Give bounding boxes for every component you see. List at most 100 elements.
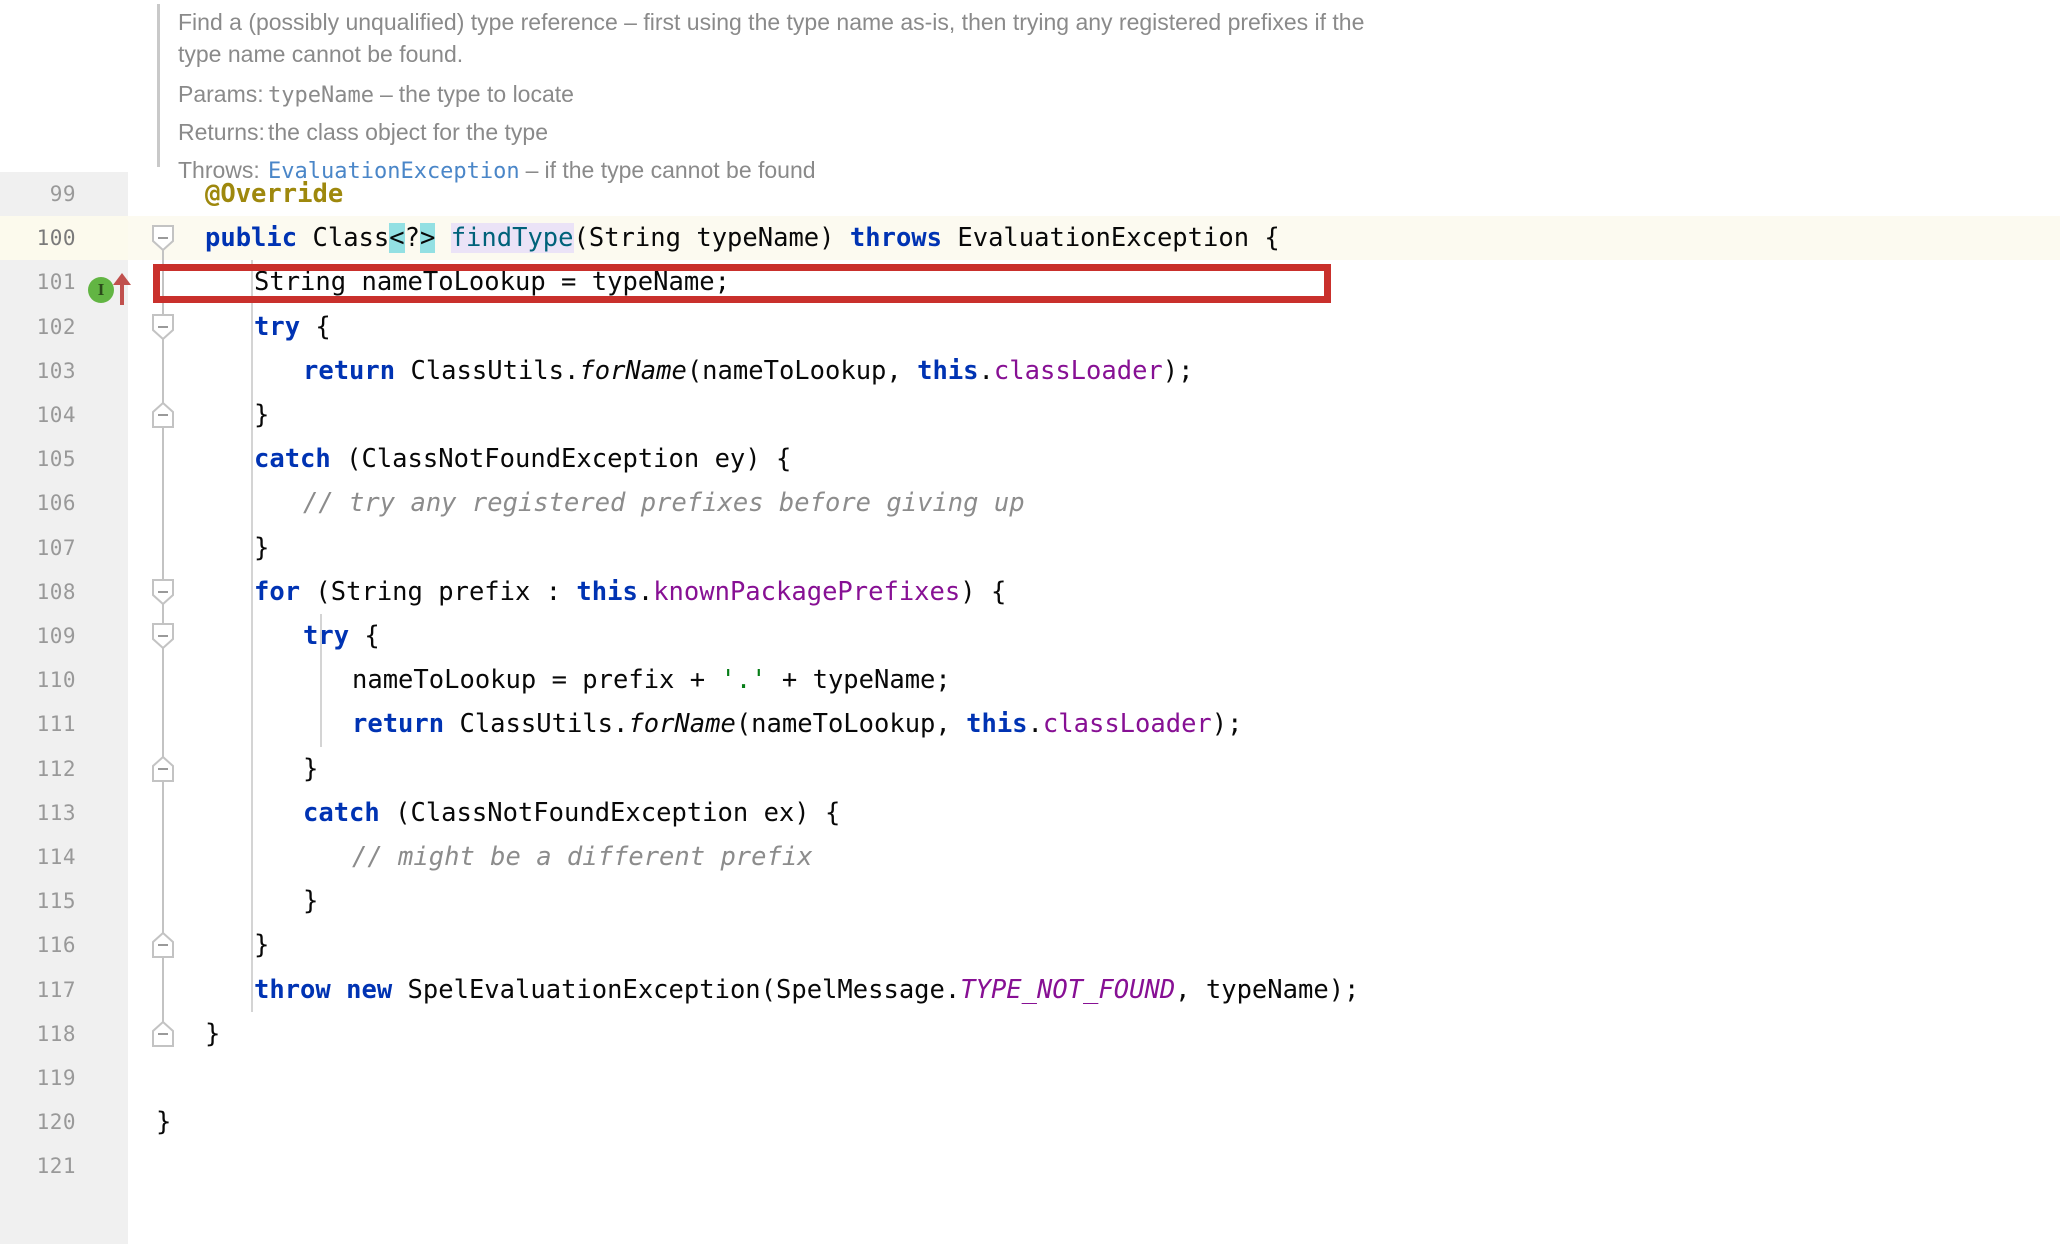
code-line-row[interactable]: 111 return ClassUtils.forName(nameToLooku…: [0, 702, 2060, 746]
code-line-text[interactable]: return ClassUtils.forName(nameToLookup, …: [352, 702, 1243, 746]
fold-marker-118[interactable]: [152, 1020, 174, 1047]
code-line-text[interactable]: public Class<?> findType(String typeName…: [205, 216, 1280, 260]
code-token: }: [254, 400, 270, 430]
javadoc-rendered-block: Find a (possibly unqualified) type refer…: [0, 0, 2060, 184]
code-line-text[interactable]: try {: [303, 614, 380, 658]
javadoc-throws-label: Throws:: [178, 157, 260, 183]
code-line-row[interactable]: 105 catch (ClassNotFoundException ey) {: [0, 437, 2060, 481]
code-token: try: [254, 311, 301, 342]
line-number[interactable]: 115: [0, 879, 76, 923]
fold-minus-icon: [152, 932, 174, 959]
code-line-row[interactable]: 114 // might be a different prefix: [0, 835, 2060, 879]
fold-marker-104[interactable]: [152, 401, 174, 428]
javadoc-throws-type-link[interactable]: EvaluationException: [268, 159, 520, 184]
code-line-row[interactable]: 104}: [0, 393, 2060, 437]
fold-marker-102[interactable]: [152, 313, 174, 340]
line-number[interactable]: 113: [0, 791, 76, 835]
code-token: // might be a different prefix: [352, 842, 813, 872]
line-number[interactable]: 117: [0, 968, 76, 1012]
code-line-row[interactable]: 120}: [0, 1100, 2060, 1144]
arrow-up-icon: [113, 273, 131, 305]
line-number[interactable]: 118: [0, 1012, 76, 1056]
line-number[interactable]: 106: [0, 481, 76, 525]
line-number[interactable]: 114: [0, 835, 76, 879]
fold-marker-100[interactable]: [152, 225, 174, 252]
line-number[interactable]: 104: [0, 393, 76, 437]
code-line-text[interactable]: }: [205, 1012, 220, 1056]
line-number[interactable]: 109: [0, 614, 76, 658]
line-number[interactable]: 116: [0, 923, 76, 967]
code-line-row[interactable]: 102 try {: [0, 305, 2060, 349]
code-line-row[interactable]: 106 // try any registered prefixes before…: [0, 481, 2060, 525]
line-number[interactable]: 99: [0, 172, 76, 216]
code-line-text[interactable]: }: [303, 747, 318, 791]
code-token: (String prefix :: [300, 576, 577, 607]
code-token: throw: [254, 974, 331, 1005]
code-token: ) {: [960, 576, 1007, 607]
code-line-text[interactable]: catch (ClassNotFoundException ex) {: [303, 791, 840, 835]
code-line-text[interactable]: throw new SpelEvaluationException(SpelMe…: [254, 968, 1359, 1012]
code-line-text[interactable]: for (String prefix : this.knownPackagePr…: [254, 570, 1006, 614]
javadoc-params-label: Params:: [178, 81, 264, 107]
line-number[interactable]: 112: [0, 747, 76, 791]
fold-minus-icon: [152, 578, 174, 606]
javadoc-param-dash: –: [379, 81, 393, 107]
code-line-row[interactable]: 110 nameToLookup = prefix + '.' + typeNam…: [0, 658, 2060, 702]
line-number[interactable]: 119: [0, 1056, 76, 1100]
line-number[interactable]: 110: [0, 658, 76, 702]
line-number[interactable]: 105: [0, 437, 76, 481]
code-token: }: [303, 753, 319, 784]
code-token: (: [573, 223, 589, 254]
code-line-text[interactable]: String nameToLookup = typeName;: [254, 260, 730, 304]
code-token: + typeName;: [766, 665, 951, 696]
code-line-row[interactable]: 109 try {: [0, 614, 2060, 658]
fold-marker-112[interactable]: [152, 755, 174, 782]
code-line-row[interactable]: 101 String nameToLookup = typeName;: [0, 260, 2060, 304]
code-token: classLoader: [1042, 709, 1212, 740]
code-line-text[interactable]: }: [254, 923, 269, 967]
code-line-text[interactable]: }: [254, 526, 269, 570]
line-number[interactable]: 107: [0, 526, 76, 570]
code-line-text[interactable]: }: [254, 393, 269, 437]
code-token: (nameToLookup,: [735, 709, 967, 740]
code-line-row[interactable]: 115}: [0, 879, 2060, 923]
code-line-row[interactable]: 108 for (String prefix : this.knownPackag…: [0, 570, 2060, 614]
code-line-text[interactable]: }: [156, 1100, 171, 1144]
code-line-text[interactable]: // might be a different prefix: [352, 835, 813, 879]
code-line-text[interactable]: }: [303, 879, 318, 923]
code-line-text[interactable]: return ClassUtils.forName(nameToLookup, …: [303, 349, 1194, 393]
line-number[interactable]: 103: [0, 349, 76, 393]
fold-marker-109[interactable]: [152, 623, 174, 650]
line-number[interactable]: 120: [0, 1100, 76, 1144]
line-number[interactable]: 121: [0, 1144, 76, 1188]
code-line-text[interactable]: // try any registered prefixes before gi…: [303, 481, 1025, 525]
code-line-text[interactable]: catch (ClassNotFoundException ey) {: [254, 437, 791, 481]
method-up-arrow-marker[interactable]: [112, 272, 132, 306]
code-line-row[interactable]: 121: [0, 1144, 2060, 1188]
line-number[interactable]: 100: [0, 216, 76, 260]
line-number[interactable]: 102: [0, 305, 76, 349]
implementing-method-marker[interactable]: I: [88, 277, 114, 303]
code-line-row[interactable]: 113 catch (ClassNotFoundException ex) {: [0, 791, 2060, 835]
fold-marker-108[interactable]: [152, 578, 174, 606]
code-line-row[interactable]: 103 return ClassUtils.forName(nameToLooku…: [0, 349, 2060, 393]
code-token: (ClassNotFoundException ex) {: [379, 797, 841, 828]
code-token: Class: [312, 223, 390, 254]
code-line-text[interactable]: nameToLookup = prefix + '.' + typeName;: [352, 658, 951, 702]
code-token: ): [819, 223, 850, 254]
code-line-row[interactable]: 112}: [0, 747, 2060, 791]
fold-marker-116[interactable]: [152, 932, 174, 959]
code-line-row[interactable]: 117 throw new SpelEvaluationException(Spe…: [0, 968, 2060, 1012]
code-line-row[interactable]: 100 public Class<?> findType(String typeN…: [0, 216, 2060, 261]
code-line-text[interactable]: try {: [254, 305, 331, 349]
line-number[interactable]: 111: [0, 702, 76, 746]
line-number[interactable]: 108: [0, 570, 76, 614]
fold-minus-icon: [152, 1020, 174, 1047]
code-token: return: [352, 709, 445, 740]
code-line-row[interactable]: 118}: [0, 1012, 2060, 1056]
code-line-row[interactable]: 119: [0, 1056, 2060, 1100]
code-editor[interactable]: Find a (possibly unqualified) type refer…: [0, 0, 2060, 1244]
code-line-row[interactable]: 116}: [0, 923, 2060, 967]
line-number[interactable]: 101: [0, 260, 76, 304]
code-line-row[interactable]: 107}: [0, 526, 2060, 570]
